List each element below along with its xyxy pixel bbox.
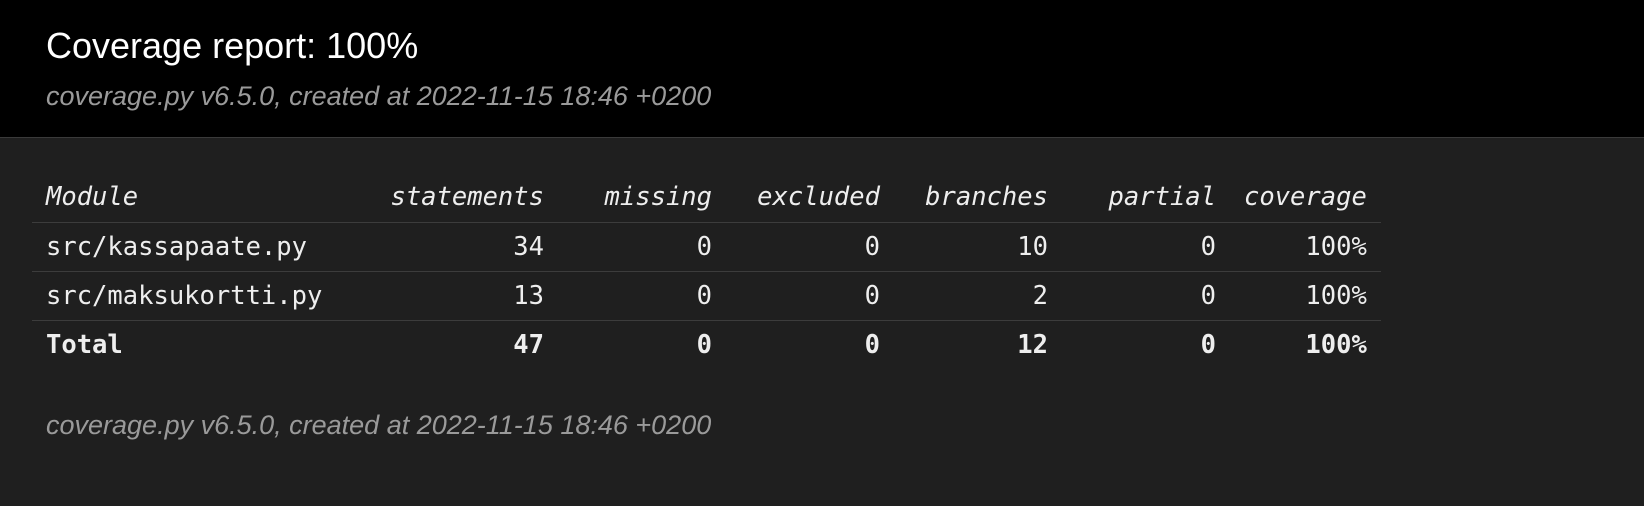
excluded-cell: 0 [726,222,894,272]
total-excluded-cell: 0 [864,330,880,360]
table-row: src/maksukortti.py 13 0 0 2 0 100% [32,271,1381,321]
excluded-cell: 0 [726,271,894,321]
report-header: Coverage report: 100% coverage.py v6.5.0… [0,0,1644,138]
column-header-statements[interactable]: statements [360,172,558,223]
coverage-table-body: src/kassapaate.py 34 0 0 10 0 100% src/m… [32,222,1381,321]
total-row: Total 47 0 0 12 0 100% [32,321,1381,370]
partial-cell: 0 [1062,222,1230,272]
coverage-table-header: Module statements missing excluded branc… [32,172,1381,223]
module-link[interactable]: src/kassapaate.py [32,222,360,272]
coverage-cell: 100% [1230,222,1381,272]
column-header-excluded[interactable]: excluded [726,172,894,223]
total-missing-cell: 0 [696,330,712,360]
column-header-partial[interactable]: partial [1062,172,1230,223]
statements-cell: 13 [360,271,558,321]
column-header-missing[interactable]: missing [558,172,726,223]
footer-meta-text: coverage.py v6.5.0, created at 2022-11-1… [46,410,712,440]
total-branches-cell: 12 [1017,330,1048,360]
report-footer: coverage.py v6.5.0, created at 2022-11-1… [0,369,1644,443]
statements-cell: 34 [360,222,558,272]
coverage-table: Module statements missing excluded branc… [32,172,1381,369]
missing-cell: 0 [558,222,726,272]
partial-cell: 0 [1062,271,1230,321]
column-header-module[interactable]: Module [32,172,360,223]
table-row: src/kassapaate.py 34 0 0 10 0 100% [32,222,1381,272]
total-label: Total [46,330,123,360]
coverage-table-footer: Total 47 0 0 12 0 100% [32,321,1381,370]
missing-cell: 0 [558,271,726,321]
column-header-branches[interactable]: branches [894,172,1062,223]
total-coverage-cell: 100% [1305,330,1367,360]
page-title: Coverage report: 100% [46,25,419,66]
module-link[interactable]: src/maksukortti.py [32,271,360,321]
header-row: Module statements missing excluded branc… [32,172,1381,223]
coverage-cell: 100% [1230,271,1381,321]
total-partial-cell: 0 [1200,330,1216,360]
branches-cell: 10 [894,222,1062,272]
header-meta-text: coverage.py v6.5.0, created at 2022-11-1… [46,81,712,111]
total-statements-cell: 47 [513,330,544,360]
coverage-index: Module statements missing excluded branc… [0,138,1644,369]
column-header-coverage[interactable]: coverage [1230,172,1381,223]
branches-cell: 2 [894,271,1062,321]
